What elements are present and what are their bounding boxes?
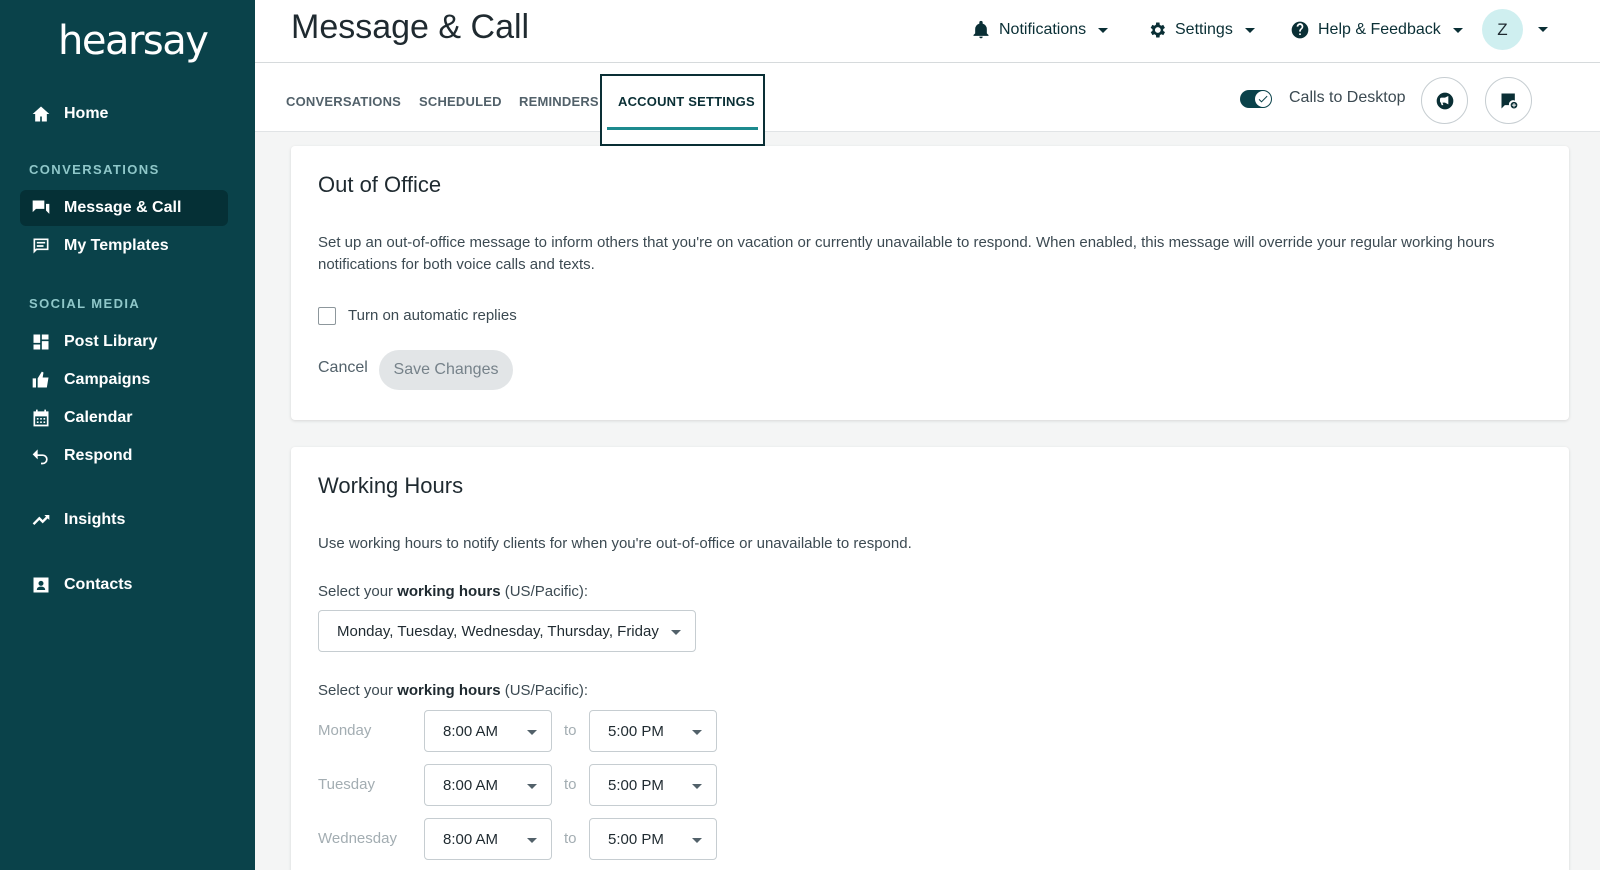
chevron-down-icon bbox=[527, 784, 537, 789]
home-icon bbox=[30, 103, 52, 125]
dashboard-icon bbox=[30, 331, 52, 353]
calendar-icon bbox=[30, 407, 52, 429]
working-days-label: Select your working hours (US/Pacific): bbox=[318, 583, 589, 600]
bell-icon bbox=[973, 20, 989, 39]
sidebar-item-label: Post Library bbox=[64, 333, 158, 350]
start-time-select-wednesday[interactable]: 8:00 AM bbox=[424, 818, 552, 860]
thumbs-up-icon bbox=[30, 369, 52, 391]
calls-to-desktop-toggle[interactable] bbox=[1240, 90, 1272, 108]
chevron-down-icon bbox=[692, 784, 702, 789]
sidebar-section-social-media: SOCIAL MEDIA bbox=[29, 296, 141, 311]
sidebar-item-label: Insights bbox=[64, 511, 126, 528]
sidebar-section-conversations: CONVERSATIONS bbox=[29, 162, 160, 177]
tab-bar: CONVERSATIONS SCHEDULED REMINDERS ACCOUN… bbox=[255, 63, 1600, 146]
new-message-button[interactable] bbox=[1485, 77, 1532, 124]
sidebar-item-label: Campaigns bbox=[64, 371, 151, 388]
tab-scheduled[interactable]: SCHEDULED bbox=[419, 94, 502, 109]
megaphone-icon bbox=[1436, 92, 1453, 109]
working-hours-description: Use working hours to notify clients for … bbox=[318, 535, 912, 552]
sidebar-item-calendar[interactable]: Calendar bbox=[20, 400, 228, 436]
chevron-down-icon bbox=[1244, 27, 1255, 33]
day-label-tuesday: Tuesday bbox=[318, 776, 375, 793]
cancel-button[interactable]: Cancel bbox=[318, 359, 368, 377]
sidebar-item-campaigns[interactable]: Campaigns bbox=[20, 362, 228, 398]
chevron-down-icon bbox=[1452, 27, 1463, 33]
chevron-down-icon bbox=[692, 730, 702, 735]
automatic-replies-checkbox[interactable] bbox=[318, 307, 336, 325]
settings-menu[interactable]: Settings bbox=[1147, 16, 1255, 44]
sidebar-item-insights[interactable]: Insights bbox=[20, 502, 228, 538]
end-time-select-wednesday[interactable]: 5:00 PM bbox=[589, 818, 717, 860]
avatar[interactable]: Z bbox=[1482, 9, 1523, 50]
sidebar-item-contacts[interactable]: Contacts bbox=[20, 567, 228, 603]
working-hours-card: Working Hours Use working hours to notif… bbox=[291, 447, 1569, 870]
notifications-menu[interactable]: Notifications bbox=[971, 16, 1109, 44]
chevron-down-icon bbox=[527, 730, 537, 735]
template-icon bbox=[30, 235, 52, 257]
check-icon bbox=[1255, 91, 1271, 107]
day-label-wednesday: Wednesday bbox=[318, 830, 397, 847]
working-hours-title: Working Hours bbox=[318, 473, 464, 498]
tab-conversations[interactable]: CONVERSATIONS bbox=[286, 94, 401, 109]
sidebar-item-label: My Templates bbox=[64, 237, 169, 254]
out-of-office-description: Set up an out-of-office message to infor… bbox=[318, 234, 1495, 273]
automatic-replies-label[interactable]: Turn on automatic replies bbox=[348, 307, 517, 324]
contact-card-icon bbox=[30, 574, 52, 596]
to-label: to bbox=[564, 776, 577, 793]
to-label: to bbox=[564, 722, 577, 739]
trending-up-icon bbox=[30, 509, 52, 531]
chevron-down-icon bbox=[671, 630, 681, 635]
tab-label: ACCOUNT SETTINGS bbox=[618, 94, 755, 109]
page-title: Message & Call bbox=[291, 8, 530, 46]
out-of-office-card: Out of Office Set up an out-of-office me… bbox=[291, 146, 1569, 420]
reply-icon bbox=[30, 445, 52, 467]
hearsay-logo[interactable]: hearsay bbox=[58, 18, 209, 64]
sidebar-item-post-library[interactable]: Post Library bbox=[20, 324, 228, 360]
end-time-select-monday[interactable]: 5:00 PM bbox=[589, 710, 717, 752]
start-time-select-tuesday[interactable]: 8:00 AM bbox=[424, 764, 552, 806]
help-circle-icon bbox=[1291, 21, 1309, 39]
sidebar-item-message-call[interactable]: Message & Call bbox=[20, 190, 228, 226]
chevron-down-icon bbox=[527, 838, 537, 843]
tab-account-settings[interactable]: ACCOUNT SETTINGS bbox=[600, 74, 765, 146]
announcement-button[interactable] bbox=[1421, 77, 1468, 124]
sidebar-item-label: Respond bbox=[64, 447, 133, 464]
avatar-chevron-down-icon[interactable] bbox=[1538, 27, 1548, 32]
sidebar-item-label: Calendar bbox=[64, 409, 133, 426]
active-tab-indicator bbox=[607, 127, 758, 130]
sidebar-item-label: Contacts bbox=[64, 576, 133, 593]
chevron-down-icon bbox=[1098, 27, 1109, 33]
start-time-select-monday[interactable]: 8:00 AM bbox=[424, 710, 552, 752]
to-label: to bbox=[564, 830, 577, 847]
sidebar-item-respond[interactable]: Respond bbox=[20, 438, 228, 474]
tab-reminders[interactable]: REMINDERS bbox=[519, 94, 599, 109]
new-message-icon bbox=[1501, 93, 1517, 108]
help-feedback-menu[interactable]: Help & Feedback bbox=[1290, 16, 1463, 44]
sidebar-item-my-templates[interactable]: My Templates bbox=[20, 228, 228, 264]
out-of-office-title: Out of Office bbox=[318, 172, 442, 197]
working-hours-label: Select your working hours (US/Pacific): bbox=[318, 682, 589, 699]
sidebar-item-label: Home bbox=[64, 105, 109, 122]
chevron-down-icon bbox=[692, 838, 702, 843]
end-time-select-tuesday[interactable]: 5:00 PM bbox=[589, 764, 717, 806]
save-changes-button[interactable]: Save Changes bbox=[379, 350, 513, 390]
day-label-monday: Monday bbox=[318, 722, 372, 739]
sidebar-item-label: Message & Call bbox=[64, 199, 182, 216]
calls-to-desktop-label: Calls to Desktop bbox=[1289, 89, 1406, 106]
sidebar: hearsay Home CONVERSATIONS Message & Cal… bbox=[0, 0, 255, 870]
gear-icon bbox=[1150, 22, 1165, 38]
working-days-select[interactable]: Monday, Tuesday, Wednesday, Thursday, Fr… bbox=[318, 610, 696, 652]
top-header: Message & Call Notifications Settings He… bbox=[255, 0, 1600, 63]
sidebar-item-home[interactable]: Home bbox=[20, 96, 228, 132]
chat-bubbles-icon bbox=[30, 197, 52, 219]
